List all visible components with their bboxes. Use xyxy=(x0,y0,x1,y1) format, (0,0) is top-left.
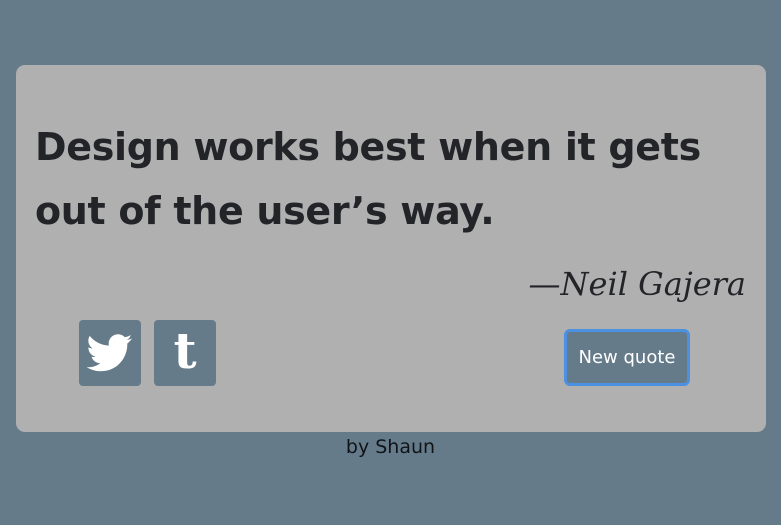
quote-author: —Neil Gajera xyxy=(528,265,746,303)
tumblr-share-button[interactable]: t xyxy=(154,320,216,386)
footer-credit: by Shaun xyxy=(345,436,436,458)
new-quote-button[interactable]: New quote xyxy=(564,329,690,386)
quote-text: Design works best when it gets out of th… xyxy=(35,125,701,233)
tumblr-icon: t xyxy=(173,321,197,380)
quote-box: Design works best when it gets out of th… xyxy=(16,65,766,432)
twitter-bird-icon xyxy=(87,334,133,372)
tweet-quote-button[interactable] xyxy=(79,320,141,386)
